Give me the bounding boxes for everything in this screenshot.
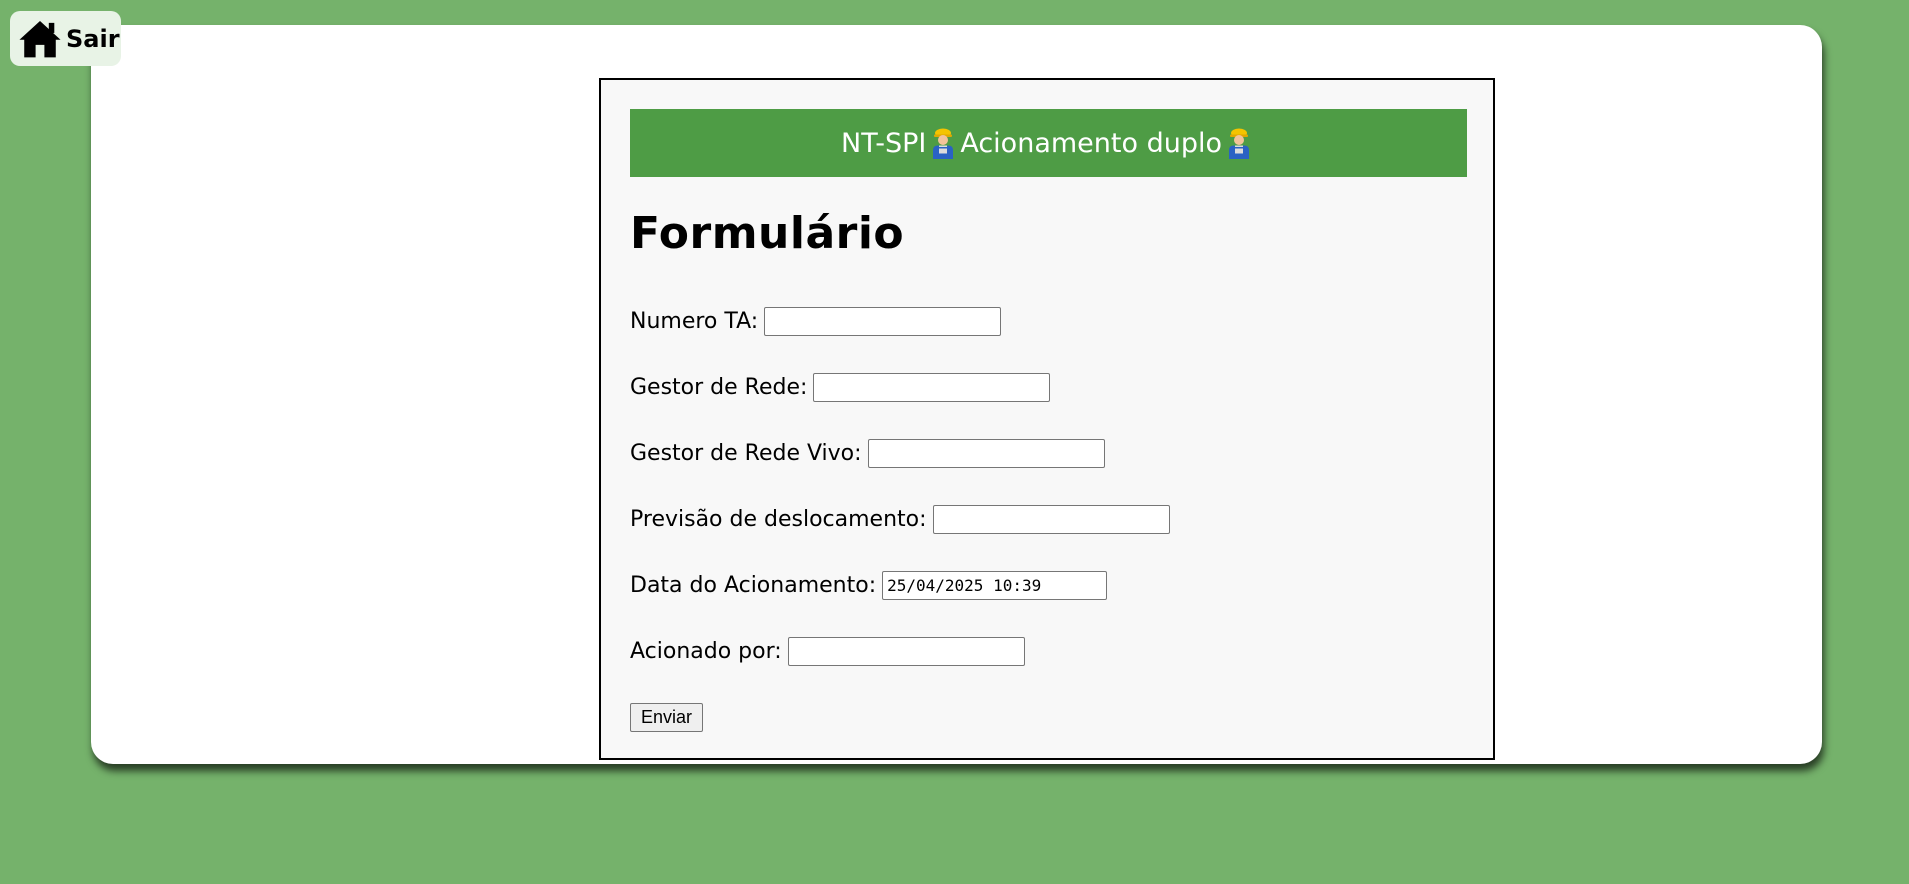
field-data-acionamento: Data do Acionamento: [630, 570, 1108, 600]
acionado-por-input[interactable] [787, 636, 1025, 666]
gestor-rede-vivo-label: Gestor de Rede Vivo: [630, 440, 862, 466]
field-numero-ta: Numero TA: [630, 306, 1002, 336]
field-gestor-rede-vivo: Gestor de Rede Vivo: [630, 438, 1105, 468]
previsao-deslocamento-input[interactable] [932, 504, 1170, 534]
banner-prefix: NT-SPI [841, 127, 927, 159]
numero-ta-label: Numero TA: [630, 308, 759, 334]
data-acionamento-input[interactable] [882, 570, 1108, 600]
worker-icon [1226, 127, 1252, 159]
home-icon [18, 17, 62, 61]
form-title: Formulário [630, 208, 905, 259]
gestor-rede-label: Gestor de Rede: [630, 374, 808, 400]
form-container: NT-SPI Acionamento duplo Formulário Nume… [599, 78, 1495, 760]
previsao-deslocamento-label: Previsão de deslocamento: [630, 506, 927, 532]
field-previsao-deslocamento: Previsão de deslocamento: [630, 504, 1170, 534]
worker-icon [930, 127, 956, 159]
field-gestor-rede: Gestor de Rede: [630, 372, 1051, 402]
banner-title: Acionamento duplo [960, 127, 1222, 159]
data-acionamento-label: Data do Acionamento: [630, 572, 877, 598]
acionado-por-label: Acionado por: [630, 638, 782, 664]
submit-button[interactable]: Enviar [630, 703, 703, 732]
exit-label: Sair [66, 24, 120, 53]
gestor-rede-vivo-input[interactable] [867, 438, 1105, 468]
exit-home-button[interactable]: Sair [10, 11, 121, 66]
numero-ta-input[interactable] [764, 306, 1002, 336]
field-acionado-por: Acionado por: [630, 636, 1025, 666]
header-banner: NT-SPI Acionamento duplo [630, 109, 1467, 177]
main-card: NT-SPI Acionamento duplo Formulário Nume… [91, 25, 1822, 764]
gestor-rede-input[interactable] [813, 372, 1051, 402]
